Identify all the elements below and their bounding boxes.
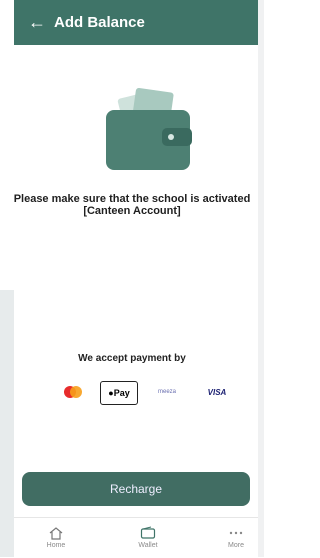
payment-methods: ● Pay meeza VISA xyxy=(46,381,246,405)
arrow-left-icon[interactable]: ← xyxy=(14,0,54,45)
apple-pay-icon: ● Pay xyxy=(100,381,138,405)
mastercard-icon xyxy=(60,381,86,403)
activation-notice: Please make sure that the school is acti… xyxy=(0,193,264,217)
wallet-icon xyxy=(118,524,178,542)
nav-wallet-label: Wallet xyxy=(138,542,158,549)
nav-more-label: More xyxy=(228,542,244,549)
page-title: Add Balance xyxy=(54,14,145,31)
bottom-nav: Home Wallet More xyxy=(14,517,258,558)
nav-more[interactable]: More xyxy=(206,524,266,549)
wallet-illustration xyxy=(106,88,192,170)
visa-icon: VISA xyxy=(207,387,227,397)
meeza-icon: meeza xyxy=(157,389,176,395)
app-header: ← Add Balance xyxy=(14,0,258,45)
accept-text: We accept payment by xyxy=(78,353,186,364)
notice-line2: [Canteen Account] xyxy=(83,205,181,217)
background-panel xyxy=(0,290,14,557)
nav-wallet[interactable]: Wallet xyxy=(118,524,178,549)
more-icon xyxy=(206,524,266,542)
notice-line1: Please make sure that the school is acti… xyxy=(13,193,251,205)
home-icon xyxy=(26,524,86,542)
nav-home-label: Home xyxy=(46,542,66,549)
background-edge xyxy=(258,0,264,557)
recharge-button[interactable]: Recharge xyxy=(22,472,250,506)
nav-home[interactable]: Home xyxy=(26,524,86,549)
